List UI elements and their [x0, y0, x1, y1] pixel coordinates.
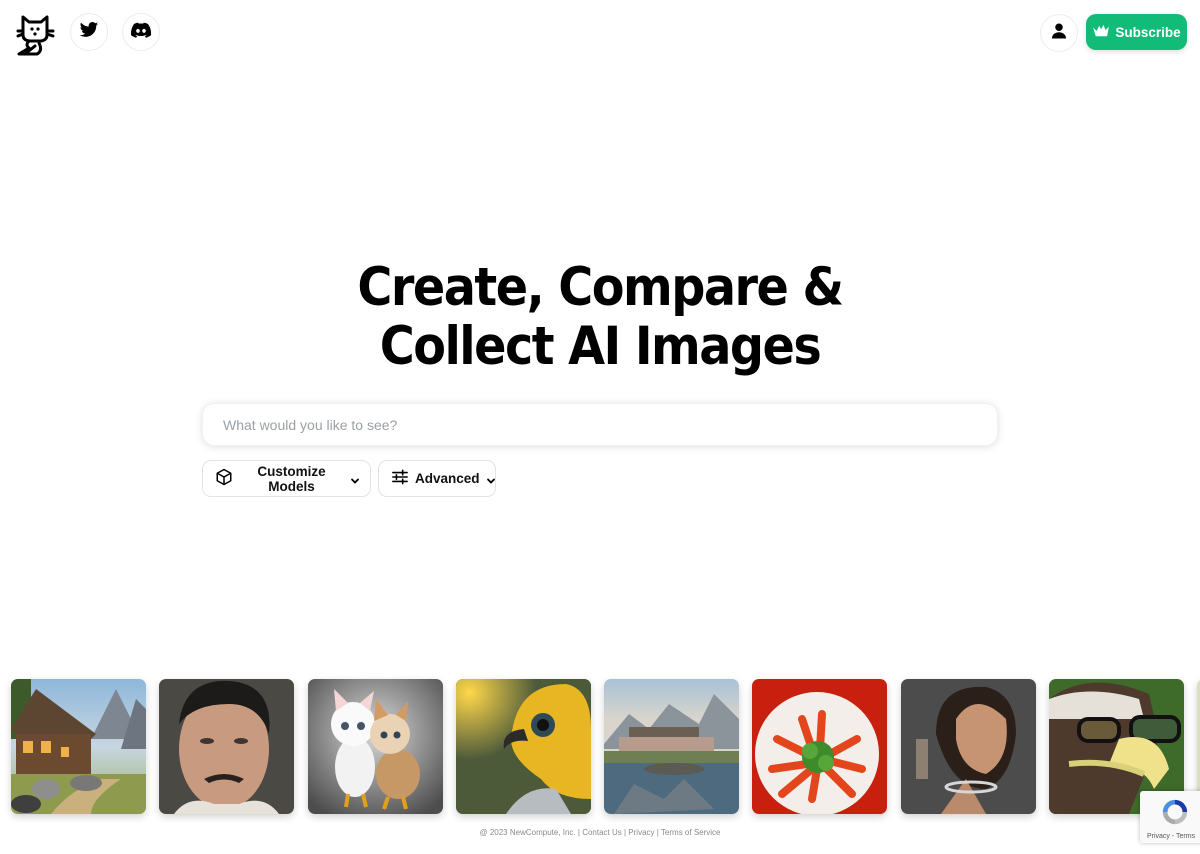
chevron-down-icon — [486, 474, 496, 484]
chevron-down-icon — [350, 474, 360, 484]
gallery-image-man-portrait[interactable] — [159, 679, 294, 814]
recaptcha-links[interactable]: Privacy - Terms — [1147, 833, 1195, 840]
copyright-text: @ 2023 NewCompute, Inc. — [479, 828, 576, 837]
user-account-button[interactable] — [1040, 14, 1078, 52]
prompt-input[interactable] — [223, 416, 997, 433]
terms-link[interactable]: Terms of Service — [661, 828, 721, 837]
twitter-button[interactable] — [70, 13, 108, 51]
user-icon — [1049, 21, 1069, 45]
discord-icon — [130, 19, 152, 45]
gallery-image-yellow-bird[interactable] — [456, 679, 591, 814]
contact-us-link[interactable]: Contact Us — [582, 828, 622, 837]
privacy-link[interactable]: Privacy — [628, 828, 654, 837]
cube-icon — [215, 468, 233, 489]
subscribe-label: Subscribe — [1115, 24, 1181, 40]
page-title: Create, Compare & Collect AI Images — [0, 258, 1200, 376]
advanced-label: Advanced — [415, 471, 480, 486]
recaptcha-icon — [1160, 797, 1190, 831]
customize-models-label: Customize Models — [257, 463, 326, 494]
sliders-icon — [391, 469, 409, 488]
gallery-image-lake-house[interactable] — [604, 679, 739, 814]
page: Subscribe Create, Compare & Collect AI I… — [0, 0, 1200, 854]
title-line-1: Create, Compare & — [357, 257, 844, 318]
title-line-2: Collect AI Images — [379, 316, 822, 377]
gallery-image-carrots[interactable] — [752, 679, 887, 814]
prompt-search-box[interactable] — [202, 403, 998, 446]
example-gallery — [0, 679, 1200, 814]
gallery-image-woman-portrait[interactable] — [901, 679, 1036, 814]
recaptcha-badge[interactable]: Privacy - Terms — [1140, 791, 1200, 843]
subscribe-button[interactable]: Subscribe — [1086, 14, 1187, 50]
customize-models-button[interactable]: Customize Models — [202, 460, 371, 497]
advanced-button[interactable]: Advanced — [378, 460, 496, 497]
twitter-icon — [79, 20, 99, 44]
cat-logo-icon[interactable] — [15, 13, 57, 57]
footer: @ 2023 NewCompute, Inc. | Contact Us | P… — [0, 828, 1200, 837]
discord-button[interactable] — [122, 13, 160, 51]
gallery-image-cabin[interactable] — [11, 679, 146, 814]
gallery-image-kittens[interactable] — [308, 679, 443, 814]
crown-icon — [1092, 24, 1110, 41]
